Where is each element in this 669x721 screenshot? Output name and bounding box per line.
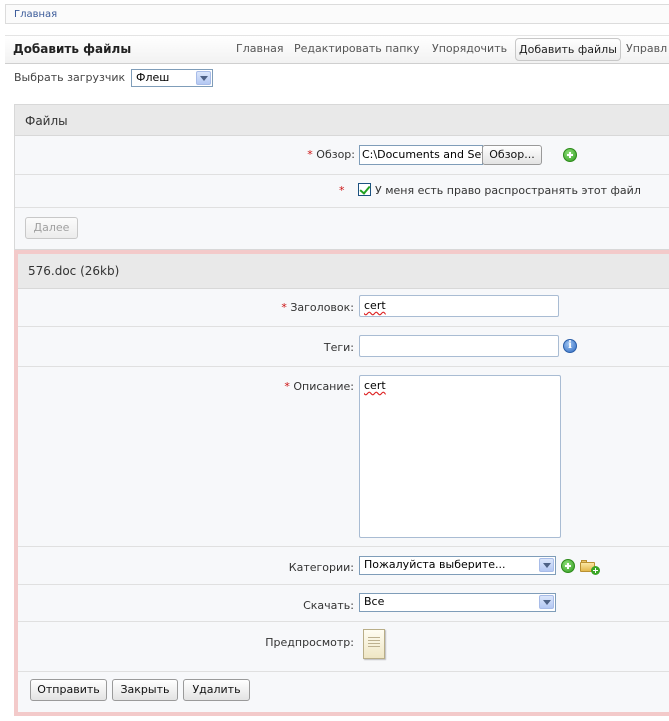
- browse-label-wrap: * Обзор:: [215, 148, 355, 161]
- download-field-label: Скачать:: [303, 599, 354, 612]
- tab-home[interactable]: Главная: [233, 38, 287, 61]
- description-textarea[interactable]: cert: [359, 375, 561, 538]
- chevron-down-icon: [196, 71, 211, 85]
- uploader-select-value: Флеш: [136, 71, 170, 84]
- download-select-value: Все: [364, 595, 385, 608]
- row-divider: [15, 174, 669, 175]
- files-panel-header: Файлы: [15, 105, 669, 136]
- chevron-down-icon: [539, 558, 554, 572]
- files-panel-title: Файлы: [25, 114, 68, 128]
- tab-sort[interactable]: Упорядочить: [429, 38, 510, 61]
- uploader-select[interactable]: Флеш: [131, 69, 213, 87]
- browse-label: Обзор:: [316, 148, 355, 161]
- breadcrumb-home-link[interactable]: Главная: [14, 9, 57, 20]
- row-divider: [18, 546, 669, 547]
- required-marker: *: [339, 184, 345, 197]
- chevron-down-icon: [539, 595, 554, 609]
- browse-button[interactable]: Обзор...: [482, 145, 542, 165]
- page-header: Добавить файлы Главная Редактировать пап…: [5, 35, 669, 64]
- description-field-label: Описание:: [293, 380, 354, 393]
- add-category-icon[interactable]: [561, 559, 575, 573]
- preview-field-label: Предпросмотр:: [265, 636, 354, 649]
- row-divider: [18, 366, 669, 367]
- rights-label: У меня есть право распространять этот фа…: [375, 184, 641, 197]
- rights-checkbox[interactable]: [358, 183, 371, 196]
- required-marker: *: [307, 148, 313, 161]
- required-marker: *: [284, 380, 290, 393]
- download-select[interactable]: Все: [359, 593, 556, 612]
- title-input[interactable]: cert: [359, 295, 559, 317]
- close-button[interactable]: Закрыть: [112, 679, 178, 701]
- row-divider: [18, 584, 669, 585]
- categories-select-value: Пожалуйста выберите...: [364, 558, 506, 571]
- required-marker: *: [281, 301, 287, 314]
- tab-edit-folder[interactable]: Редактировать папку: [291, 38, 423, 61]
- document-icon: [363, 629, 385, 659]
- title-input-value: cert: [364, 299, 386, 312]
- row-divider: [18, 326, 669, 327]
- info-icon[interactable]: i: [563, 339, 577, 353]
- title-field-label: Заголовок:: [290, 301, 354, 314]
- tags-field-label: Теги:: [323, 341, 354, 354]
- row-divider: [18, 671, 669, 672]
- file-path-input[interactable]: C:\Documents and Settin: [359, 145, 483, 165]
- categories-select[interactable]: Пожалуйста выберите...: [359, 556, 556, 575]
- row-divider: [18, 621, 669, 622]
- breadcrumb: Главная: [5, 4, 669, 24]
- description-textarea-value: cert: [364, 379, 386, 392]
- uploader-label: Выбрать загрузчик: [14, 71, 126, 84]
- add-icon[interactable]: [563, 148, 577, 162]
- file-panel: 576.doc (26kb) * Заголовок: cert Теги: i…: [14, 250, 669, 716]
- description-label-wrap: * Описание:: [198, 380, 354, 393]
- tags-input[interactable]: [359, 335, 559, 357]
- file-panel-title: 576.doc (26kb): [28, 264, 120, 278]
- title-label-wrap: * Заголовок:: [198, 301, 354, 314]
- page-title: Добавить файлы: [13, 42, 132, 56]
- add-folder-icon[interactable]: [580, 559, 600, 575]
- file-panel-header: 576.doc (26kb): [18, 254, 669, 289]
- tab-manage[interactable]: Управл: [623, 38, 669, 61]
- categories-field-label: Категории:: [288, 561, 354, 574]
- delete-button[interactable]: Удалить: [183, 679, 250, 701]
- tab-add-files[interactable]: Добавить файлы: [515, 38, 621, 61]
- row-divider: [15, 207, 669, 208]
- next-button[interactable]: Далее: [25, 217, 78, 239]
- submit-button[interactable]: Отправить: [30, 679, 107, 701]
- files-panel: Файлы * Обзор: C:\Documents and Settin О…: [14, 104, 669, 250]
